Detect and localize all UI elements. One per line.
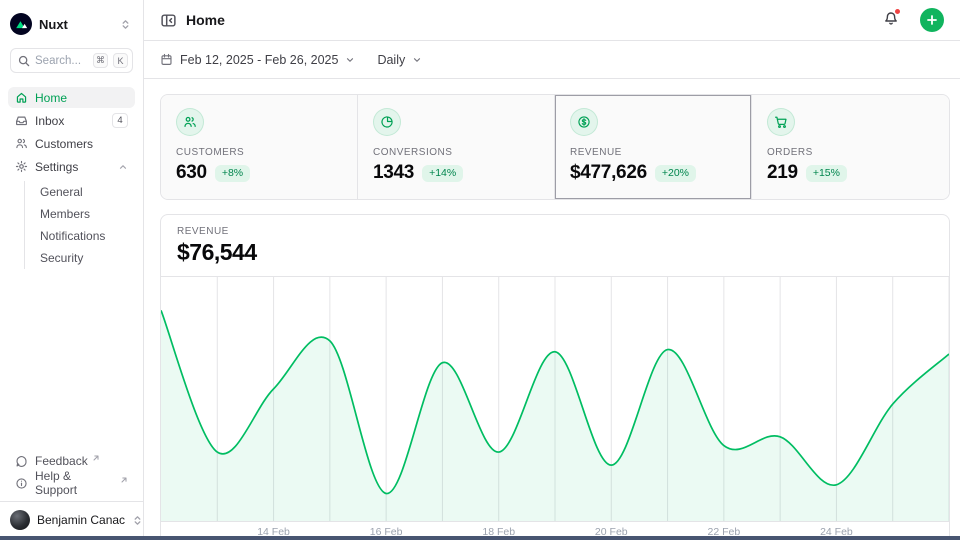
chevron-up-down-icon bbox=[132, 515, 143, 526]
sidebar-item-label: Customers bbox=[35, 137, 128, 151]
sidebar-item-settings[interactable]: Settings bbox=[8, 156, 135, 177]
stat-card-conversions[interactable]: CONVERSIONS 1343 +14% bbox=[358, 95, 555, 199]
sidebar-item-home[interactable]: Home bbox=[8, 87, 135, 108]
nuxt-logo bbox=[10, 13, 32, 35]
stat-label: ORDERS bbox=[767, 147, 934, 158]
user-name: Benjamin Canac bbox=[37, 513, 125, 527]
sidebar-item-label: Inbox bbox=[35, 114, 105, 128]
calendar-icon bbox=[160, 53, 173, 66]
stat-value: 1343 bbox=[373, 162, 414, 184]
revenue-chart-svg bbox=[161, 277, 949, 522]
foot-link-label: Feedback bbox=[35, 454, 88, 468]
chart-pie-icon bbox=[373, 108, 401, 136]
shopping-cart-icon bbox=[767, 108, 795, 136]
chevron-up-icon bbox=[118, 162, 128, 172]
info-circle-icon bbox=[15, 477, 28, 490]
sidebar-item-label: Home bbox=[35, 91, 128, 105]
page-content: CUSTOMERS 630 +8% CONVERSIONS 1343 +14% bbox=[144, 79, 960, 540]
external-link-icon bbox=[92, 454, 100, 462]
sidebar-item-customers[interactable]: Customers bbox=[8, 133, 135, 154]
external-link-icon bbox=[120, 476, 128, 484]
granularity-label: Daily bbox=[377, 53, 405, 67]
subnav-label: Security bbox=[40, 251, 83, 265]
sidebar-item-security[interactable]: Security bbox=[34, 247, 135, 269]
users-icon bbox=[15, 137, 28, 150]
filters-toolbar: Feb 12, 2025 - Feb 26, 2025 Daily bbox=[144, 41, 960, 79]
sidebar: Nuxt ⌘ K Home bbox=[0, 0, 144, 540]
settings-subnav: General Members Notifications Security bbox=[24, 181, 135, 269]
notifications-button[interactable] bbox=[883, 10, 899, 31]
stat-delta-badge: +15% bbox=[806, 165, 847, 182]
message-bubble-icon bbox=[15, 455, 28, 468]
search-input-wrapper[interactable]: ⌘ K bbox=[10, 48, 133, 73]
stat-label: CONVERSIONS bbox=[373, 147, 539, 158]
add-button[interactable] bbox=[920, 8, 944, 32]
circle-dollar-icon bbox=[570, 108, 598, 136]
granularity-select[interactable]: Daily bbox=[377, 53, 422, 67]
users-icon bbox=[176, 108, 204, 136]
page-header: Home bbox=[144, 0, 960, 41]
workspace-name: Nuxt bbox=[39, 17, 113, 32]
stat-card-revenue[interactable]: REVENUE $477,626 +20% bbox=[555, 95, 752, 199]
window-bottom-edge bbox=[0, 536, 960, 540]
sidebar-item-inbox[interactable]: Inbox 4 bbox=[8, 110, 135, 131]
sidebar-item-label: Settings bbox=[35, 160, 111, 174]
search-icon bbox=[18, 55, 30, 67]
user-menu[interactable]: Benjamin Canac bbox=[8, 502, 135, 532]
stat-card-customers[interactable]: CUSTOMERS 630 +8% bbox=[161, 95, 358, 199]
stats-row: CUSTOMERS 630 +8% CONVERSIONS 1343 +14% bbox=[160, 94, 950, 200]
stat-delta-badge: +8% bbox=[215, 165, 250, 182]
search-input[interactable] bbox=[35, 55, 88, 67]
chevron-up-down-icon bbox=[120, 19, 131, 30]
stat-delta-badge: +14% bbox=[422, 165, 463, 182]
chart-metric-label: REVENUE bbox=[177, 226, 933, 237]
stat-label: REVENUE bbox=[570, 147, 736, 158]
main-area: Home bbox=[144, 0, 960, 540]
date-range-label: Feb 12, 2025 - Feb 26, 2025 bbox=[180, 53, 338, 67]
page-title: Home bbox=[186, 12, 874, 28]
chart-plot[interactable] bbox=[161, 277, 949, 522]
chart-header: REVENUE $76,544 bbox=[161, 215, 949, 277]
chevron-down-icon bbox=[345, 55, 355, 65]
sidebar-item-members[interactable]: Members bbox=[34, 203, 135, 225]
sidebar-item-general[interactable]: General bbox=[34, 181, 135, 203]
stat-card-orders[interactable]: ORDERS 219 +15% bbox=[752, 95, 949, 199]
revenue-chart-card: REVENUE $76,544 14 Feb 16 Feb 18 Feb 20 … bbox=[160, 214, 950, 540]
panel-left-close-icon[interactable] bbox=[160, 12, 177, 29]
inbox-badge: 4 bbox=[112, 113, 128, 128]
stat-value: 630 bbox=[176, 162, 207, 184]
chart-metric-value: $76,544 bbox=[177, 239, 933, 266]
help-support-link[interactable]: Help & Support bbox=[8, 472, 135, 494]
home-icon bbox=[15, 91, 28, 104]
stat-value: $477,626 bbox=[570, 162, 647, 184]
date-range-picker[interactable]: Feb 12, 2025 - Feb 26, 2025 bbox=[160, 53, 355, 67]
gear-icon bbox=[15, 160, 28, 173]
kbd-cmd: ⌘ bbox=[93, 53, 108, 68]
notification-dot bbox=[894, 8, 901, 15]
stat-value: 219 bbox=[767, 162, 798, 184]
subnav-label: Notifications bbox=[40, 229, 105, 243]
sidebar-item-notifications[interactable]: Notifications bbox=[34, 225, 135, 247]
subnav-label: General bbox=[40, 185, 83, 199]
stat-label: CUSTOMERS bbox=[176, 147, 342, 158]
plus-icon bbox=[926, 14, 938, 26]
inbox-icon bbox=[15, 114, 28, 127]
foot-link-label: Help & Support bbox=[35, 469, 116, 497]
subnav-label: Members bbox=[40, 207, 90, 221]
kbd-k: K bbox=[113, 53, 128, 68]
stat-delta-badge: +20% bbox=[655, 165, 696, 182]
sidebar-nav: Home Inbox 4 Customers bbox=[8, 87, 135, 269]
chevron-down-icon bbox=[412, 55, 422, 65]
workspace-switcher[interactable]: Nuxt bbox=[8, 8, 135, 40]
avatar bbox=[10, 510, 30, 530]
